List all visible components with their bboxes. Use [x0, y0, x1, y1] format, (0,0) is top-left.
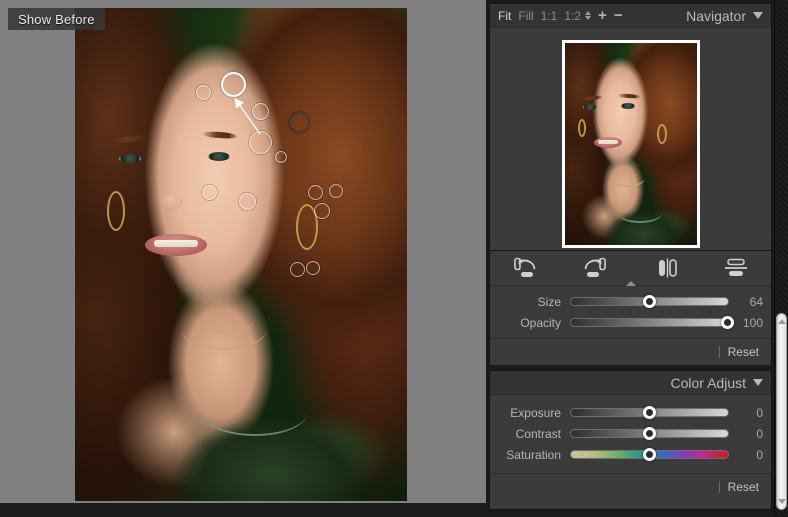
navigator-title-group: Navigator: [686, 8, 763, 24]
saturation-slider-row[interactable]: Saturation 0: [490, 444, 771, 465]
size-slider-knob[interactable]: [642, 294, 656, 308]
panel-scrollbar-track[interactable]: [774, 0, 787, 517]
opacity-slider-knob[interactable]: [721, 315, 734, 329]
zoom-1-2-button[interactable]: 1:2: [564, 9, 581, 23]
size-slider-row[interactable]: Size 64: [490, 291, 771, 312]
exposure-slider-label: Exposure: [510, 405, 561, 420]
contrast-slider-value: 0: [756, 426, 763, 441]
size-slider-value: 64: [749, 294, 763, 309]
exposure-slider-track[interactable]: [570, 405, 729, 419]
color-adjust-reset-row[interactable]: Reset: [490, 474, 771, 500]
size-slider-label: Size: [537, 294, 561, 309]
right-panel-column: Fit Fill 1:1 1:2 + − Navigator Size 64 O…: [486, 0, 788, 517]
zoom-level-controls[interactable]: Fit Fill 1:1 1:2 + −: [498, 8, 623, 23]
size-slider-track[interactable]: [570, 294, 729, 308]
main-photo[interactable]: [75, 8, 407, 501]
saturation-slider-value: 0: [756, 447, 763, 462]
brush-tool-panel: Size 64 Opacity 100 Reset: [489, 250, 772, 365]
zoom-in-button[interactable]: +: [598, 8, 607, 23]
contrast-slider-knob[interactable]: [642, 426, 656, 440]
application-window: Show Before Fit Fill 1:1 1:2 + − Navigat…: [0, 0, 788, 517]
color-adjust-panel: Color Adjust Exposure 0 Contrast 0 Satur…: [489, 370, 772, 510]
navigator-title: Navigator: [686, 7, 746, 24]
color-adjust-reset-button[interactable]: Reset: [728, 480, 759, 494]
navigator-header[interactable]: Fit Fill 1:1 1:2 + − Navigator: [490, 4, 771, 28]
color-adjust-sliders-group: Exposure 0 Contrast 0 Saturation 0: [490, 395, 771, 465]
zoom-fill-button[interactable]: Fill: [518, 9, 533, 23]
flip-horizontal-icon[interactable]: [649, 255, 683, 281]
opacity-slider-row[interactable]: Opacity 100: [490, 312, 771, 333]
brush-reset-separator: [718, 346, 720, 358]
scroll-up-arrow-icon[interactable]: [777, 319, 786, 324]
canvas-bottom-band: [0, 503, 486, 517]
brush-reset-row[interactable]: Reset: [490, 339, 771, 365]
contrast-slider-row[interactable]: Contrast 0: [490, 423, 771, 444]
navigator-preview-thumbnail[interactable]: [561, 40, 700, 248]
zoom-out-button[interactable]: −: [614, 8, 623, 23]
chevron-down-icon[interactable]: [753, 12, 763, 19]
exposure-slider-value: 0: [756, 405, 763, 420]
zoom-fit-button[interactable]: Fit: [498, 9, 511, 23]
saturation-slider-track[interactable]: [570, 447, 729, 461]
saturation-slider-knob[interactable]: [642, 447, 656, 461]
navigator-panel: Fit Fill 1:1 1:2 + − Navigator: [489, 3, 772, 260]
exposure-slider-knob[interactable]: [642, 405, 656, 419]
panel-caret-icon: [625, 281, 636, 286]
panel-scrollbar-thumb[interactable]: [776, 313, 787, 510]
align-stack-icon[interactable]: [719, 255, 753, 281]
show-before-label: Show Before: [18, 11, 95, 27]
opacity-slider-value: 100: [742, 315, 763, 330]
saturation-slider-label: Saturation: [506, 447, 561, 462]
preview-vignette-layer: [564, 43, 697, 245]
show-before-button[interactable]: Show Before: [8, 8, 105, 30]
opacity-slider-label: Opacity: [520, 315, 561, 330]
photo-vignette-layer: [75, 8, 407, 501]
brush-reset-button[interactable]: Reset: [728, 345, 759, 359]
exposure-slider-row[interactable]: Exposure 0: [490, 402, 771, 423]
zoom-1-1-button[interactable]: 1:1: [541, 9, 558, 23]
navigator-body: [490, 28, 771, 260]
contrast-slider-track[interactable]: [570, 426, 729, 440]
rotate-right-icon[interactable]: [578, 255, 612, 281]
color-adjust-title-group: Color Adjust: [671, 375, 763, 391]
brush-sliders-group: Size 64 Opacity 100: [490, 281, 771, 333]
chevron-down-icon[interactable]: [753, 379, 763, 386]
color-adjust-header[interactable]: Color Adjust: [490, 371, 771, 395]
image-canvas-area[interactable]: Show Before: [0, 0, 486, 517]
color-adjust-reset-separator: [718, 481, 720, 493]
contrast-slider-label: Contrast: [515, 426, 561, 441]
transform-toolbar[interactable]: [490, 251, 771, 285]
rotate-left-icon[interactable]: [508, 255, 542, 281]
color-adjust-title: Color Adjust: [670, 374, 746, 391]
scroll-down-arrow-icon[interactable]: [777, 499, 786, 504]
updown-spinner-icon[interactable]: [585, 11, 592, 20]
opacity-slider-track[interactable]: [570, 315, 734, 329]
